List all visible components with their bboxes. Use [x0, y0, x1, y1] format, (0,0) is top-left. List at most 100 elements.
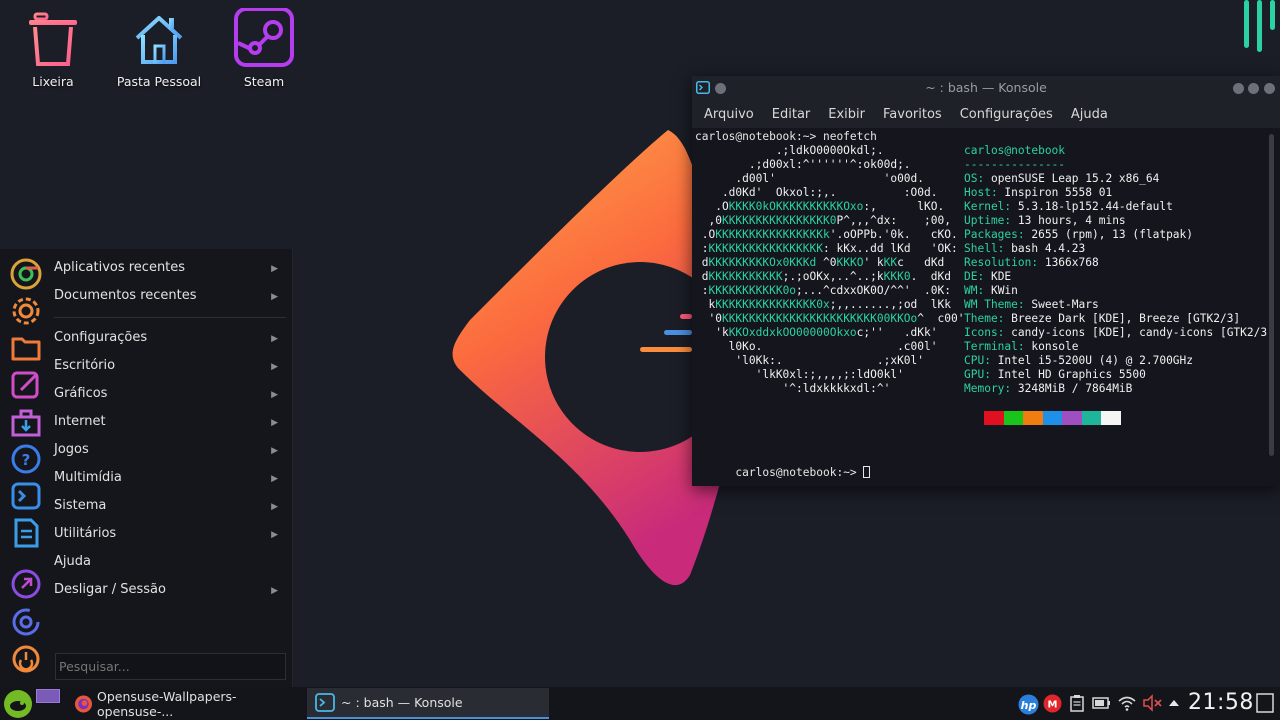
taskbar: Opensuse-Wallpapers-opensuse-... ~ : bas… [0, 687, 1280, 720]
task-konsole[interactable]: ~ : bash — Konsole [307, 688, 549, 719]
trash-icon [29, 12, 77, 66]
color-swatch [1042, 411, 1062, 425]
logo-line: 'kKKOxddxkOO00000Okxoc;'' .dKk' [695, 326, 938, 339]
chevron-right-icon: ▶ [271, 530, 278, 540]
menu-item-help[interactable]: Ajuda [54, 551, 286, 579]
prompt-line: carlos@notebook:~> neofetch [695, 130, 877, 143]
chevron-right-icon: ▶ [271, 264, 278, 274]
hp-icon[interactable]: hp [1018, 694, 1039, 715]
konsole-menubar: Arquivo Editar Exibir Favoritos Configur… [692, 100, 1280, 128]
document-icon[interactable] [9, 516, 43, 550]
konsole-window[interactable]: ~ : bash — Konsole Arquivo Editar Exibir… [692, 76, 1280, 486]
info-line: Uptime: 13 hours, 4 mins [964, 214, 1126, 227]
logo-line: ,0KKKKKKKKKKKKKKKK0P^,,,^dx: ;00, [695, 214, 951, 227]
logo-line: 'lkK0xl:;,,,,;:ldO0kl' [695, 368, 904, 381]
help-icon[interactable]: ? [9, 442, 43, 476]
chevron-right-icon: ▶ [271, 502, 278, 512]
chrome-icon[interactable] [9, 257, 43, 291]
menu-editar[interactable]: Editar [763, 107, 820, 122]
restart-icon[interactable] [9, 605, 43, 639]
firefox-icon [74, 694, 93, 713]
chevron-right-icon: ▶ [271, 446, 278, 456]
launcher-search-input[interactable] [55, 653, 286, 680]
editor-icon[interactable] [9, 368, 43, 402]
info-line: carlos@notebook [964, 144, 1066, 157]
menu-item-power-session[interactable]: Desligar / Sessão ▶ [54, 579, 286, 607]
desktop-icon-steam[interactable]: Steam [214, 8, 314, 89]
menu-configuracoes[interactable]: Configurações [951, 107, 1062, 122]
tray-expand-arrow-icon[interactable] [1168, 698, 1180, 707]
wifi-icon[interactable] [1117, 694, 1137, 712]
close-button[interactable] [1264, 83, 1275, 94]
menu-item-settings[interactable]: Configurações ▶ [54, 327, 286, 355]
color-swatch [1101, 411, 1121, 425]
battery-icon[interactable] [1092, 696, 1111, 710]
info-line: CPU: Intel i5-5200U (4) @ 2.700GHz [964, 354, 1194, 367]
chevron-right-icon: ▶ [271, 334, 278, 344]
logo-line: .OKKKK0kOKKKKKKKKKKOxo:, lKO. [695, 200, 945, 213]
menu-item-office[interactable]: Escritório ▶ [54, 355, 286, 383]
software-center-icon[interactable] [9, 405, 43, 439]
home-folder-icon [135, 16, 183, 64]
color-swatch [1081, 411, 1101, 425]
logo-line: .OKKKKKKKKKKKKKKKKk'.oOPPb.'0k. cKO. [695, 228, 958, 241]
mega-icon[interactable]: M [1043, 694, 1062, 713]
terminal-icon [315, 693, 335, 712]
terminal-icon [696, 81, 710, 94]
logo-line: .d00l' 'o00d. [695, 172, 925, 185]
minimize-button[interactable] [1233, 83, 1244, 94]
menu-item-system[interactable]: Sistema ▶ [54, 495, 286, 523]
logo-line: dKKKKKKKKKOx0KKKd ^0KKKO' kKKc dKd [695, 256, 945, 269]
volume-muted-icon[interactable] [1142, 694, 1162, 712]
info-line: Host: Inspiron 5558 01 [964, 186, 1113, 199]
desktop-pager[interactable] [36, 689, 60, 703]
terminal-output[interactable]: carlos@notebook:~> neofetch .;ldkO0000Ok… [692, 128, 1280, 486]
desktop-icon-home[interactable]: Pasta Pessoal [109, 8, 209, 89]
settings-gear-icon[interactable] [9, 294, 43, 328]
menu-item-internet[interactable]: Internet ▶ [54, 411, 286, 439]
info-line: Packages: 2655 (rpm), 13 (flatpak) [964, 228, 1194, 241]
show-desktop-icon[interactable] [1256, 693, 1274, 713]
clipboard-icon[interactable] [1070, 694, 1084, 712]
terminal-icon[interactable] [9, 479, 43, 513]
menu-ajuda[interactable]: Ajuda [1062, 107, 1117, 122]
info-line: WM: KWin [964, 284, 1018, 297]
menu-item-multimedia[interactable]: Multimídia ▶ [54, 467, 286, 495]
maximize-button[interactable] [1248, 83, 1259, 94]
logo-line: :KKKKKKKKKKK0o;...^cdxxOK0O/^^' .0K: [695, 284, 951, 297]
konsole-titlebar[interactable]: ~ : bash — Konsole [692, 76, 1280, 100]
desktop-icon-label: Steam [243, 74, 285, 89]
color-swatch [1062, 411, 1082, 425]
window-title: ~ : bash — Konsole [925, 80, 1047, 95]
menu-separator [54, 317, 286, 318]
folder-icon[interactable] [9, 331, 43, 365]
menu-item-utilities[interactable]: Utilitários ▶ [54, 523, 286, 551]
menu-item-games[interactable]: Jogos ▶ [54, 439, 286, 467]
color-swatch [984, 411, 1004, 425]
menu-item-recent-apps[interactable]: Aplicativos recentes ▶ [54, 257, 286, 285]
menu-arquivo[interactable]: Arquivo [695, 107, 763, 122]
desktop-icon-trash[interactable]: Lixeira [3, 8, 103, 89]
task-firefox[interactable]: Opensuse-Wallpapers-opensuse-... [66, 688, 302, 719]
logo-line: '^:ldxkkkkxdl:^' [695, 382, 891, 395]
final-prompt[interactable]: carlos@notebook:~> [695, 452, 871, 486]
terminal-scrollbar[interactable] [1269, 134, 1274, 456]
menu-item-recent-docs[interactable]: Documentos recentes ▶ [54, 285, 286, 313]
info-line: Kernel: 5.3.18-lp152.44-default [964, 200, 1173, 213]
menu-item-graphics[interactable]: Gráficos ▶ [54, 383, 286, 411]
logo-line: 'l0Kk:. .;xK0l' [695, 354, 925, 367]
menu-exibir[interactable]: Exibir [819, 107, 874, 122]
color-swatch [1003, 411, 1023, 425]
logo-line: l0Ko. .c00l' [695, 340, 938, 353]
menu-favoritos[interactable]: Favoritos [874, 107, 951, 122]
color-palette [984, 411, 1121, 425]
logout-icon[interactable] [9, 567, 43, 601]
favorites-rail: ? [0, 249, 50, 687]
opensuse-launcher-icon[interactable] [3, 689, 33, 719]
keep-above-button[interactable] [715, 83, 726, 94]
shutdown-icon[interactable] [9, 642, 43, 676]
svg-text:M: M [1048, 700, 1058, 711]
info-line: Theme: Breeze Dark [KDE], Breeze [GTK2/3… [964, 312, 1241, 325]
clock[interactable]: 21:58 [1188, 690, 1254, 715]
info-line: Terminal: konsole [964, 340, 1079, 353]
